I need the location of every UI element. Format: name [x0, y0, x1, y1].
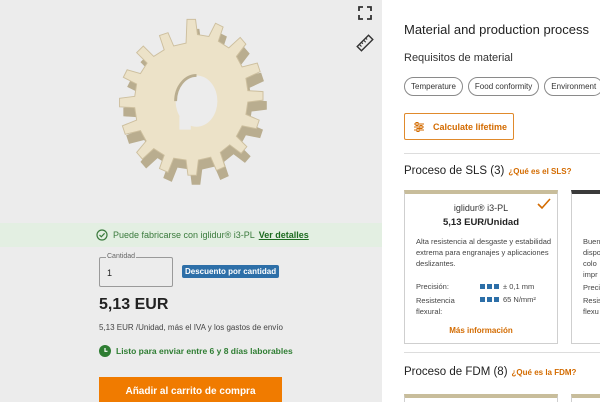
price: 5,13 EUR	[99, 296, 169, 313]
divider	[404, 352, 600, 353]
requirement-chips: Temperature Food conformity Environment	[404, 77, 600, 96]
price-note: 5,13 EUR /Unidad, más el IVA y los gasto…	[99, 323, 283, 332]
fdm-section-title: Proceso de FDM (8) ¿Qué es la FDM?	[404, 366, 576, 378]
sliders-icon	[414, 121, 424, 132]
check-circle-icon	[96, 229, 108, 241]
precision-row: Precisión: ± 0,1 mm	[416, 282, 551, 291]
fabrication-banner: Puede fabricarse con iglidur® i3-PL Ver …	[0, 223, 382, 247]
calculate-lifetime-label: Calculate lifetime	[433, 121, 508, 132]
fdm-question-link[interactable]: ¿Qué es la FDM?	[512, 368, 577, 377]
card2-desc-line-1: Buen	[583, 237, 600, 246]
details-link[interactable]: Ver detalles	[259, 230, 309, 240]
quantity-discount-badge[interactable]: Descuento por cantidad	[182, 265, 280, 278]
card2-row-2: Resis	[583, 296, 600, 305]
resistance-value: 65 N/mm²	[503, 295, 536, 304]
quantity-label: Cantidad	[106, 253, 137, 260]
material-description: Alta resistencia al desgaste y estabilid…	[416, 237, 552, 268]
sls-section-title: Proceso de SLS (3) ¿Qué es el SLS?	[404, 165, 572, 177]
product-panel: Puede fabricarse con iglidur® i3-PL Ver …	[0, 0, 382, 402]
material-price: 5,13 EUR/Unidad	[442, 217, 520, 228]
sls-title: Proceso de SLS (3)	[404, 165, 505, 177]
requirements-label: Requisitos de material	[404, 52, 513, 64]
fdm-material-card-2[interactable]	[571, 394, 600, 402]
shipping-text: Listo para enviar entre 6 y 8 días labor…	[116, 346, 293, 356]
clock-icon	[99, 345, 111, 357]
3d-viewer[interactable]	[0, 0, 382, 222]
card2-row-3: flexu	[583, 307, 599, 316]
fullscreen-icon[interactable]	[357, 5, 373, 21]
fabrication-text: Puede fabricarse con iglidur® i3-PL	[113, 230, 255, 240]
section-title: Material and production process	[404, 22, 589, 37]
material-name: iglidur® i3-PL	[453, 203, 509, 213]
sls-question-link[interactable]: ¿Qué es el SLS?	[508, 167, 571, 176]
resistance-rating	[480, 297, 499, 302]
card2-desc-line-2: dispo	[583, 248, 600, 257]
material-panel: Material and production process Requisit…	[382, 0, 600, 402]
ruler-icon[interactable]	[356, 34, 374, 52]
calculate-lifetime-button[interactable]: Calculate lifetime	[404, 113, 514, 140]
material-card-i3-pl[interactable]: iglidur® i3-PL 5,13 EUR/Unidad Alta resi…	[404, 190, 558, 344]
material-card-2[interactable]: Buen dispo colo impr Preci Resis flexu	[571, 190, 600, 344]
resistance-label: Resistencia flexural:	[416, 296, 455, 316]
precision-rating	[480, 284, 499, 289]
shipping-info: Listo para enviar entre 6 y 8 días labor…	[99, 345, 293, 357]
card2-row-1: Preci	[583, 283, 600, 292]
card2-desc-line-4: impr	[583, 270, 598, 279]
divider	[404, 153, 600, 154]
gear-model-image	[119, 18, 267, 185]
resistance-row: Resistencia flexural:	[416, 295, 478, 317]
chip-environment[interactable]: Environment	[544, 77, 600, 96]
chip-food-conformity[interactable]: Food conformity	[467, 77, 540, 96]
chip-temperature[interactable]: Temperature	[404, 77, 463, 96]
quantity-field[interactable]: Cantidad 1	[99, 253, 173, 287]
fdm-title: Proceso de FDM (8)	[404, 366, 508, 378]
quantity-value[interactable]: 1	[107, 268, 112, 278]
precision-label: Precisión:	[416, 282, 449, 291]
precision-value: ± 0,1 mm	[503, 282, 535, 291]
card2-desc-line-3: colo	[583, 259, 597, 268]
fdm-material-card[interactable]	[404, 394, 558, 402]
more-info-link[interactable]: Más información	[405, 326, 557, 335]
add-to-cart-button[interactable]: Añadir al carrito de compra	[99, 377, 282, 402]
